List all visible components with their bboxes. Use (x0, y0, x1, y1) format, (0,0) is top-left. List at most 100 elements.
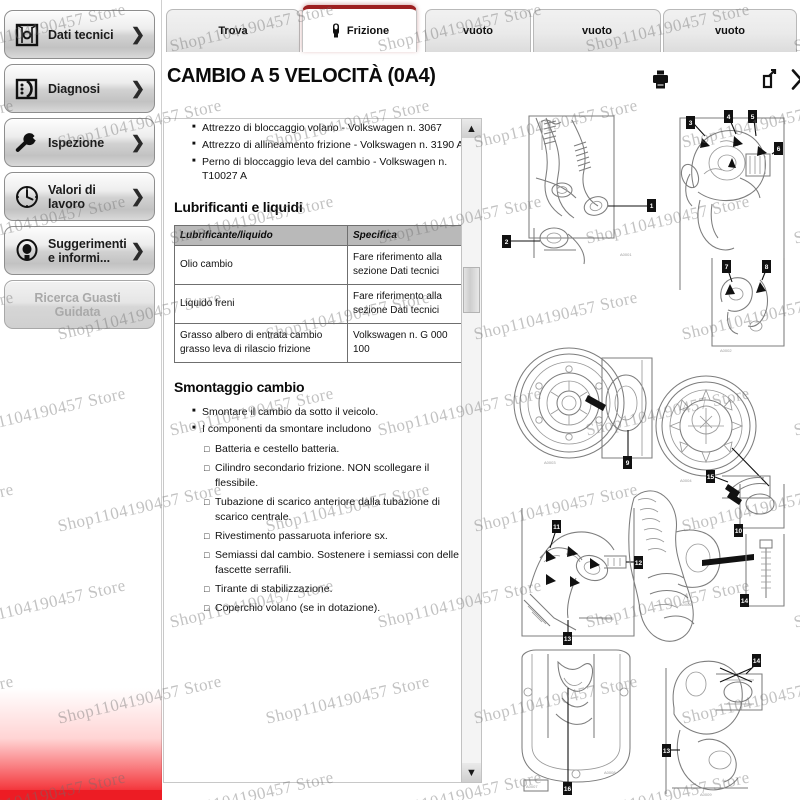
column-header: Specifica (347, 225, 463, 246)
illustration-panel: .ln{fill:none;stroke:#7d7d7d;stroke-widt… (484, 58, 800, 800)
sidebar-item-dati-tecnici[interactable]: Dati tecnici ❯ (4, 10, 155, 59)
tab-trova[interactable]: Trova (166, 9, 300, 52)
chevron-right-icon: ❯ (130, 133, 145, 152)
table-row: Liquido freni Fare riferimento alla sezi… (174, 284, 463, 324)
figure-gearbox-body: 14 A0006 (628, 490, 785, 642)
sidebar-item-label: Dati tecnici (48, 27, 114, 42)
callout-number: 3 (689, 120, 693, 127)
callout-number: 1 (650, 203, 654, 210)
tab-label: vuoto (715, 25, 745, 37)
table-header-row: Lubrificante/liquido Specifica (174, 225, 463, 246)
callout-number: 2 (505, 239, 509, 246)
sidebar-item-label: Valori di lavoro (48, 182, 96, 211)
clock-icon (12, 182, 42, 212)
close-icon[interactable] (789, 66, 800, 92)
callout-number: 16 (564, 786, 572, 793)
table-cell: Grasso albero di entrata cambio grasso l… (174, 323, 348, 363)
list-item: Attrezzo di bloccaggio volano - Volkswag… (192, 120, 464, 135)
callout-number: 11 (553, 524, 560, 531)
removal-checklist: Batteria e cestello batteria. Cilindro s… (204, 442, 464, 616)
table-cell: Fare riferimento alla sezione Dati tecni… (347, 284, 463, 324)
callout-number: 14 (753, 658, 761, 665)
callout-number: 12 (635, 560, 643, 567)
bulb-icon (12, 236, 42, 266)
tab-label: vuoto (463, 25, 493, 37)
list-item: I componenti da smontare includono (192, 421, 464, 436)
column-header: Lubrificante/liquido (174, 225, 348, 246)
callout-number: 9 (626, 460, 630, 467)
technical-diagrams: .ln{fill:none;stroke:#7d7d7d;stroke-widt… (502, 110, 785, 797)
list-item: Tirante di stabilizzazione. (204, 582, 464, 597)
scrollbar-thumb[interactable] (463, 267, 480, 313)
sidebar-item-ispezione[interactable]: Ispezione ❯ (4, 118, 155, 167)
svg-text:A0005: A0005 (602, 616, 614, 621)
svg-text:A0008: A0008 (604, 770, 616, 775)
book-icon (12, 20, 42, 50)
table-row: Grasso albero di entrata cambio grasso l… (174, 323, 463, 363)
svg-text:A0007: A0007 (526, 784, 538, 789)
triangle-up-icon: ▲ (466, 122, 477, 135)
callout-number: 13 (663, 748, 671, 755)
removal-bullets: Smontare il cambio da sotto il veicolo. … (192, 404, 464, 436)
sidebar-item-valori-di-lavoro[interactable]: Valori di lavoro ❯ (4, 172, 155, 221)
list-item: Perno di bloccaggio leva del cambio - Vo… (192, 154, 464, 183)
red-bar-decoration (0, 790, 162, 800)
tab-label: vuoto (582, 25, 612, 37)
chevron-right-icon: ❯ (130, 241, 145, 260)
list-item: Batteria e cestello batteria. (204, 442, 464, 457)
svg-text:A0001: A0001 (620, 252, 632, 257)
svg-text:A0009: A0009 (700, 792, 712, 797)
triangle-down-icon: ▼ (466, 766, 477, 779)
print-icon[interactable] (648, 66, 672, 92)
sidebar-item-diagnosi[interactable]: Diagnosi ❯ (4, 64, 155, 113)
restore-icon[interactable] (758, 66, 782, 92)
table-row: Olio cambio Fare riferimento alla sezion… (174, 245, 463, 285)
sidebar-item-suggerimenti[interactable]: Suggerimenti e informi... ❯ (4, 226, 155, 275)
tab-label: Trova (218, 25, 248, 37)
section-heading-removal: Smontaggio cambio (174, 379, 305, 395)
table-cell: Liquido freni (174, 284, 348, 324)
figure-clutch-disc: 9 A0003 (513, 347, 653, 469)
table-cell: Volkswagen n. G 000 100 (347, 323, 463, 363)
tab-frizione[interactable]: Frizione (302, 5, 417, 52)
document-header: CAMBIO A 5 VELOCITÀ (0A4) (162, 52, 800, 104)
document-scrollbar[interactable]: ▲ ▼ (461, 118, 482, 783)
scroll-down-button[interactable]: ▼ (462, 763, 481, 782)
sidebar-item-label: Suggerimenti e informi... (48, 236, 127, 265)
svg-text:A0004: A0004 (680, 478, 692, 483)
clutch-icon (330, 23, 342, 38)
svg-text:A0002: A0002 (720, 348, 732, 353)
chevron-right-icon: ❯ (130, 25, 145, 44)
tab-label: Frizione (346, 24, 390, 37)
callout-number: 8 (765, 264, 769, 271)
figure-gear-selector: 11 12 13 A0005 (521, 508, 643, 645)
callout-number: 13 (564, 636, 572, 643)
list-item: Smontare il cambio da sotto il veicolo. (192, 404, 464, 419)
document-content: Attrezzo di bloccaggio volano - Volkswag… (164, 119, 474, 616)
tab-vuoto-1[interactable]: vuoto (425, 9, 531, 52)
wrench-icon (12, 128, 42, 158)
callout-number: 14 (741, 598, 749, 605)
callout-number: 5 (751, 114, 755, 121)
scroll-up-button[interactable]: ▲ (462, 119, 481, 138)
sidebar: Dati tecnici ❯ Diagnosi ❯ Ispezione ❯ Va… (0, 0, 162, 800)
lubricants-table: Lubrificante/liquido Specifica Olio camb… (174, 225, 463, 363)
sidebar-item-label: Diagnosi (48, 81, 100, 96)
sidebar-item-ricerca-guasti-guidata[interactable]: Ricerca Guasti Guidata (4, 280, 155, 329)
tab-strip: Trova Frizione vuoto vuoto vuoto (162, 0, 800, 52)
table-cell: Fare riferimento alla sezione Dati tecni… (347, 245, 463, 285)
figure-gear-linkage: 1 2 A0001 (502, 115, 656, 265)
callout-number: 15 (707, 474, 715, 481)
callout-number: 4 (727, 114, 731, 121)
callout-number: 6 (777, 146, 781, 153)
chevron-right-icon: ❯ (130, 187, 145, 206)
sidebar-item-label: Ispezione (48, 135, 105, 150)
sidebar-item-label: Ricerca Guasti Guidata (34, 290, 121, 319)
callout-number: 10 (735, 528, 743, 535)
tab-vuoto-2[interactable]: vuoto (533, 9, 661, 52)
list-item: Semiassi dal cambio. Sostenere i semiass… (204, 548, 464, 578)
chevron-right-icon: ❯ (130, 79, 145, 98)
page-title: CAMBIO A 5 VELOCITÀ (0A4) (167, 65, 436, 87)
tab-vuoto-3[interactable]: vuoto (663, 9, 797, 52)
tools-list: Attrezzo di bloccaggio volano - Volkswag… (192, 120, 464, 183)
